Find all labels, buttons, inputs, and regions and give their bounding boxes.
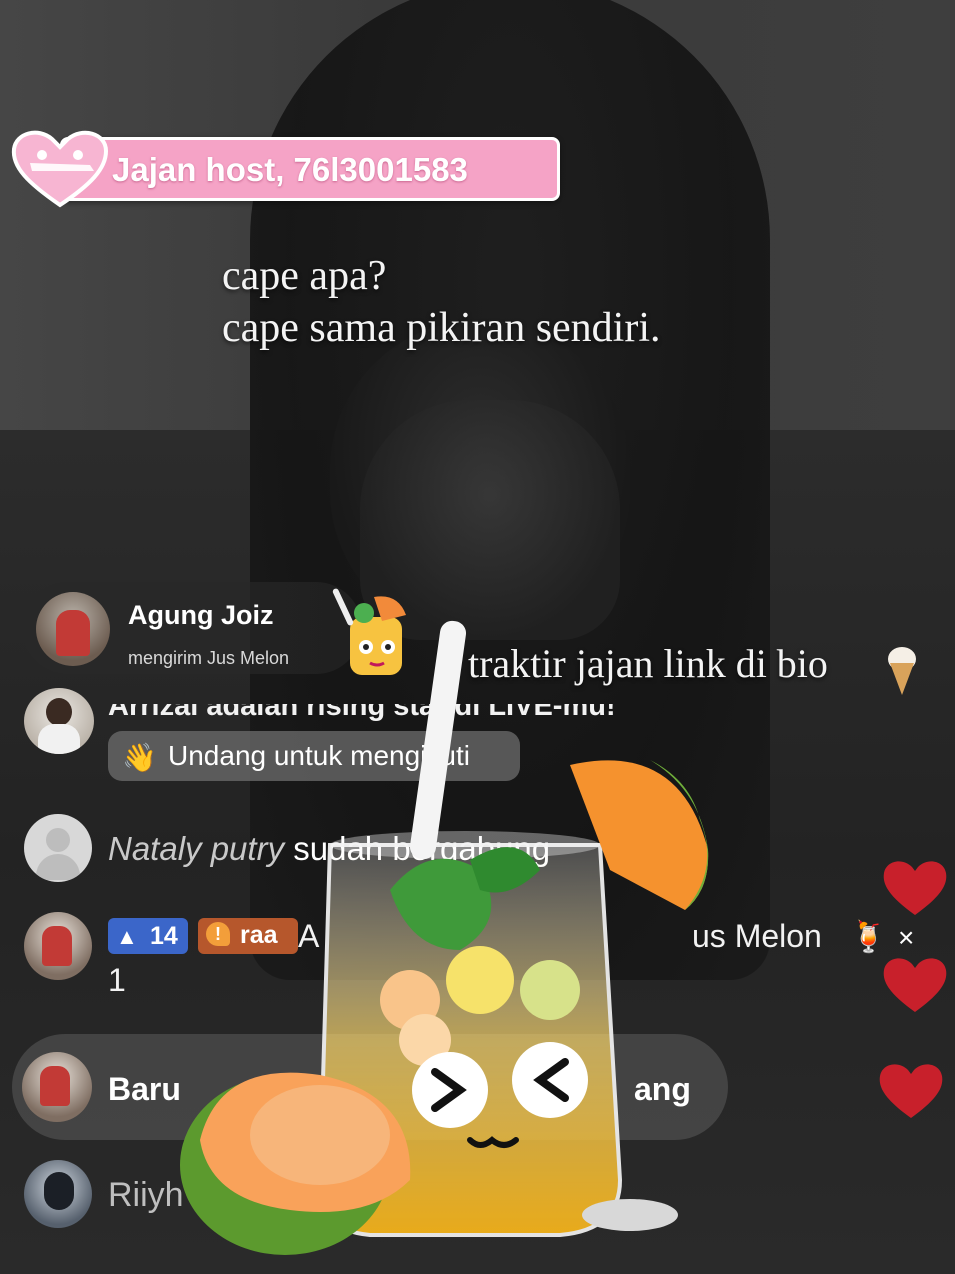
overlay-quote: cape apa? cape sama pikiran sendiri. — [222, 250, 661, 354]
level-badge: ▲ 14 — [108, 918, 188, 954]
ice-cream-icon — [888, 647, 916, 695]
heart-icon — [883, 861, 947, 915]
level-number: 14 — [150, 922, 178, 950]
bottom-toolbar[interactable] — [0, 1258, 955, 1274]
avatar[interactable] — [24, 688, 94, 754]
melon-juice-icon: 🍹 — [850, 921, 888, 954]
heart-icon — [879, 1064, 943, 1118]
host-banner[interactable]: Jajan host, 76l3001583 — [0, 125, 560, 210]
avatar[interactable] — [22, 1052, 92, 1122]
waving-hand-icon: 👋 — [122, 742, 157, 773]
gift-count: 1 — [108, 962, 126, 998]
new-joiner-text-start: Baru — [108, 1071, 181, 1107]
melon-juice-gift-animation — [180, 620, 709, 1255]
gift-multiplier: × — [898, 922, 915, 953]
pink-heart-plane-icon — [11, 130, 109, 208]
chat-last-username: Riiyh — [108, 1176, 184, 1214]
quote-line-1: cape apa? — [222, 253, 387, 299]
avatar[interactable] — [24, 912, 92, 980]
host-banner-text: Jajan host, 76l3001583 — [112, 151, 468, 188]
level-icon: ▲ — [116, 924, 138, 949]
heart-icon — [883, 958, 947, 1012]
quote-line-2: cape sama pikiran sendiri. — [222, 305, 661, 351]
avatar[interactable] — [24, 814, 92, 882]
avatar[interactable] — [24, 1160, 92, 1228]
avatar — [36, 592, 110, 666]
